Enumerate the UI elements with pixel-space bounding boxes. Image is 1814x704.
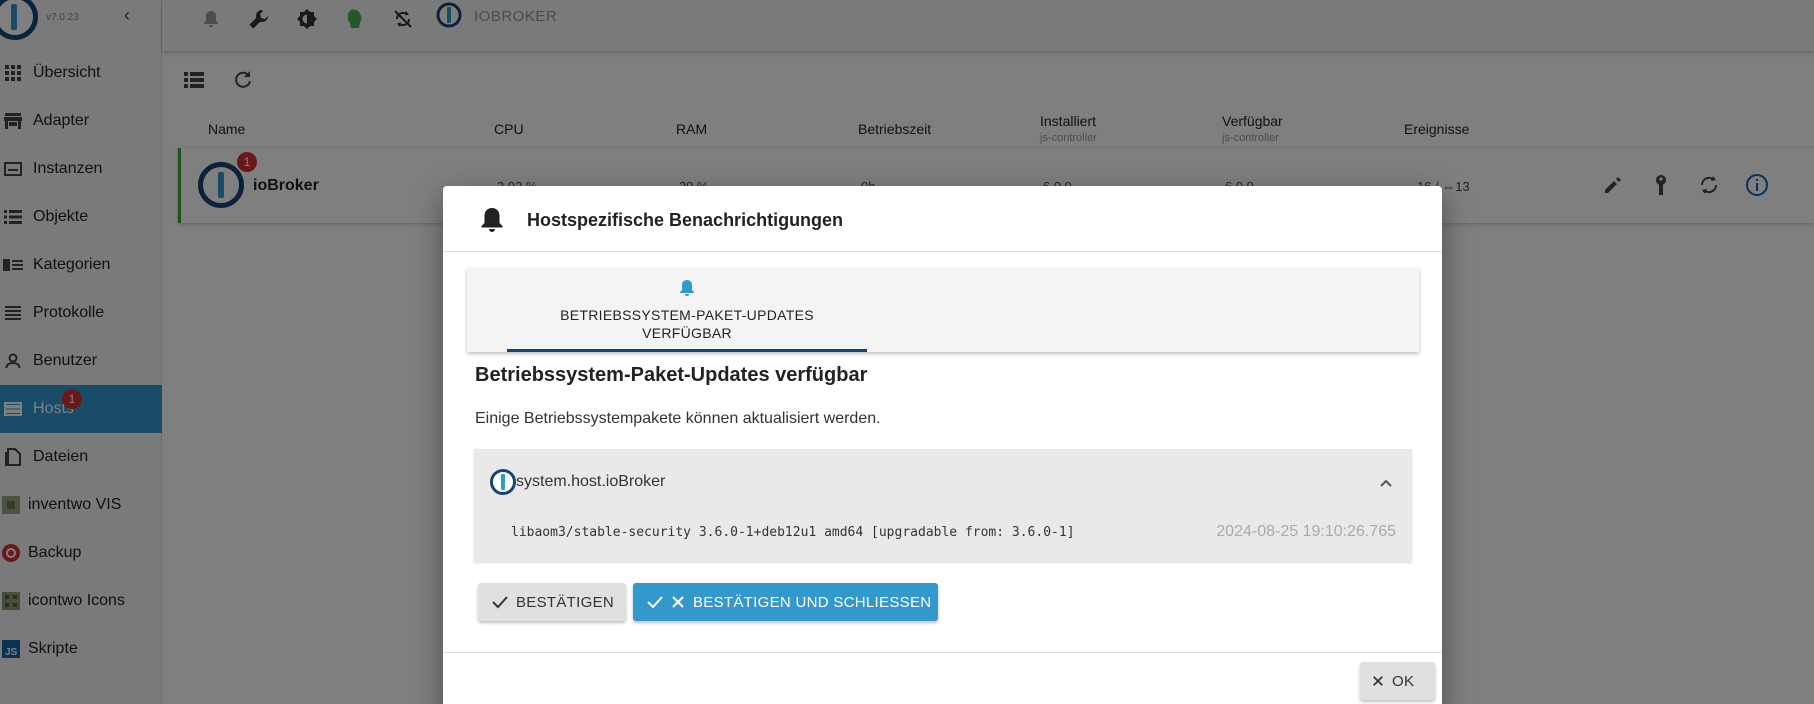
tab-label-line1: BETRIEBSSYSTEM-PAKET-UPDATES [560, 307, 814, 323]
ok-button[interactable]: OK [1360, 662, 1435, 700]
iobroker-logo-icon [490, 469, 516, 495]
accordion-host-name: system.host.ioBroker [516, 473, 666, 490]
dialog-title: Hostspezifische Benachrichtigungen [527, 210, 844, 230]
tab-bar: BETRIEBSSYSTEM-PAKET-UPDATES VERFÜGBAR [467, 268, 1419, 352]
package-update-line: libaom3/stable-security 3.6.0-1+deb12u1 … [511, 525, 1075, 540]
section-description: Einige Betriebssystempakete können aktua… [475, 410, 881, 427]
dialog-header: Hostspezifische Benachrichtigungen [443, 186, 1442, 252]
ok-button-label: OK [1392, 672, 1415, 690]
close-icon [672, 596, 684, 608]
tab-os-package-updates[interactable]: BETRIEBSSYSTEM-PAKET-UPDATES VERFÜGBAR [507, 268, 867, 352]
section-title: Betriebssystem-Paket-Updates verfügbar [475, 364, 868, 386]
notification-timestamp: 2024-08-25 19:10:26.765 [1216, 523, 1396, 540]
check-icon [492, 596, 508, 609]
close-icon [1373, 676, 1383, 686]
tab-indicator [507, 349, 867, 352]
bell-icon [477, 205, 507, 235]
check-icon [647, 596, 663, 609]
confirm-button-label: BESTÄTIGEN [516, 593, 615, 611]
confirm-button[interactable]: BESTÄTIGEN [478, 583, 626, 621]
tab-label-line2: VERFÜGBAR [642, 325, 732, 341]
bell-icon [677, 278, 697, 298]
host-accordion[interactable]: system.host.ioBroker libaom3/stable-secu… [474, 449, 1412, 562]
chevron-up-icon[interactable] [1374, 471, 1398, 495]
notifications-dialog: Hostspezifische Benachrichtigungen BETRI… [443, 186, 1442, 704]
confirm-and-close-button[interactable]: BESTÄTIGEN UND SCHLIESSEN [633, 583, 938, 621]
dialog-footer-divider [443, 652, 1442, 653]
confirm-and-close-label: BESTÄTIGEN UND SCHLIESSEN [693, 593, 932, 611]
tab-label: BETRIEBSSYSTEM-PAKET-UPDATES VERFÜGBAR [507, 306, 867, 342]
